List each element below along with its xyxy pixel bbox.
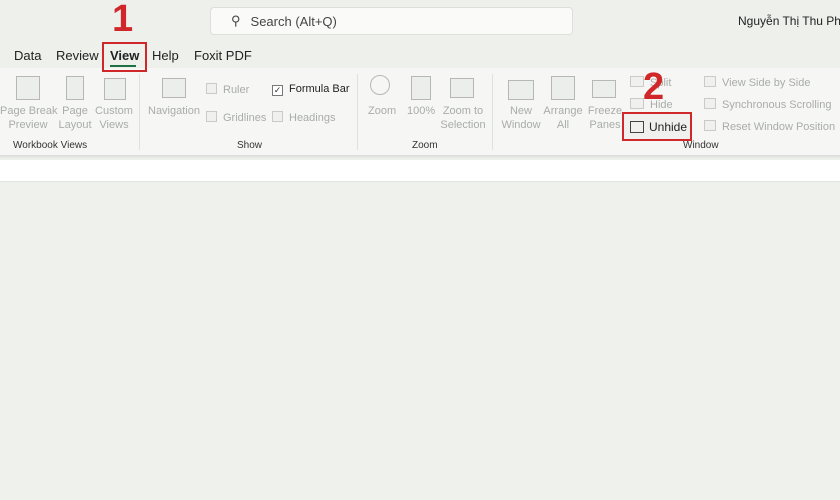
search-placeholder: Search (Alt+Q) <box>250 13 337 29</box>
workspace <box>0 183 840 500</box>
divider <box>139 74 140 150</box>
ruler-checkbox[interactable]: Ruler <box>206 83 249 96</box>
check-icon: ✓ <box>272 85 283 96</box>
divider <box>357 74 358 150</box>
user-name[interactable]: Nguyễn Thị Thu Phươ <box>738 14 840 28</box>
navigation-icon <box>162 78 186 98</box>
divider <box>492 74 493 150</box>
zoom-icon <box>370 75 390 95</box>
page-layout-button[interactable]: Page Layout <box>58 104 92 132</box>
headings-checkbox[interactable]: Headings <box>272 111 335 124</box>
group-label: Window <box>683 140 719 151</box>
new-window-button[interactable]: New Window <box>500 104 542 132</box>
unhide-button[interactable]: Unhide <box>622 112 692 141</box>
freeze-panes-button[interactable]: Freeze Panes <box>586 104 624 132</box>
page-layout-icon <box>66 76 84 100</box>
custom-views-icon <box>104 78 126 100</box>
navigation-button[interactable]: Navigation <box>148 104 200 118</box>
reset-window-position-button[interactable]: Reset Window Position <box>704 120 835 133</box>
step2-label: 2 <box>643 66 665 108</box>
page-break-icon <box>16 76 40 100</box>
group-label: Show <box>237 140 263 151</box>
group-label: Workbook Views <box>13 140 88 151</box>
tab-review[interactable]: Review <box>56 48 99 63</box>
formula-bar[interactable] <box>0 160 840 182</box>
page-break-preview-button[interactable]: Page Break Preview <box>0 104 57 132</box>
zoom-to-selection-icon <box>450 78 474 98</box>
new-window-icon <box>508 80 534 100</box>
formula-bar-checkbox[interactable]: ✓ Formula Bar <box>272 83 350 96</box>
zoom-100-button[interactable]: 100% <box>407 104 435 118</box>
zoom-100-icon <box>411 76 431 100</box>
gridlines-checkbox[interactable]: Gridlines <box>206 111 266 124</box>
view-side-by-side-button[interactable]: View Side by Side <box>704 76 810 89</box>
unhide-icon <box>630 121 644 133</box>
zoom-button[interactable]: Zoom <box>368 104 396 118</box>
freeze-panes-icon <box>592 80 616 98</box>
search-box[interactable]: ⚲ Search (Alt+Q) <box>210 7 573 35</box>
tab-help[interactable]: Help <box>152 48 179 63</box>
step1-label: 1 <box>112 0 134 40</box>
step1-highlight <box>102 42 147 72</box>
group-label: Zoom <box>412 140 438 151</box>
tab-foxit-pdf[interactable]: Foxit PDF <box>194 48 252 63</box>
custom-views-button[interactable]: Custom Views <box>94 104 134 132</box>
search-icon: ⚲ <box>231 13 241 28</box>
zoom-to-selection-button[interactable]: Zoom to Selection <box>440 104 486 132</box>
arrange-all-icon <box>551 76 575 100</box>
synchronous-scrolling-button[interactable]: Synchronous Scrolling <box>704 98 831 111</box>
tab-data[interactable]: Data <box>14 48 41 63</box>
arrange-all-button[interactable]: Arrange All <box>543 104 583 132</box>
